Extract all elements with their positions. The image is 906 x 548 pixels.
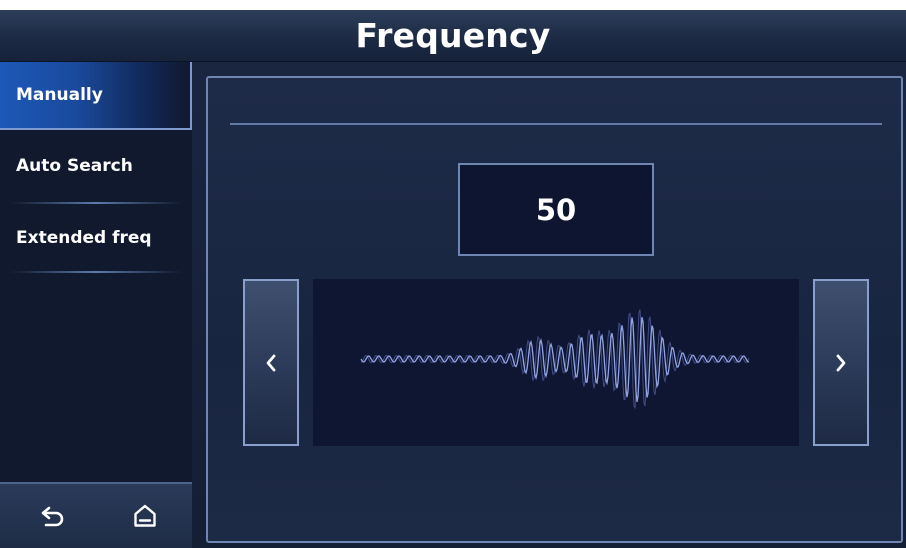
sidebar: Manually Auto Search Extended freq: [0, 62, 192, 548]
sidebar-item-label: Extended freq: [16, 228, 152, 248]
panel-divider: [230, 123, 882, 125]
main-panel: 50: [206, 76, 903, 543]
chevron-right-icon: [836, 354, 846, 371]
waveform-icon: [360, 309, 750, 410]
frequency-value: 50: [535, 192, 577, 227]
chevron-left-icon: [266, 354, 276, 371]
sidebar-item-label: Auto Search: [16, 156, 133, 176]
frequency-waveform: [313, 279, 799, 446]
sidebar-item-label: Manually: [16, 85, 103, 105]
home-button[interactable]: [123, 494, 167, 538]
home-icon: [134, 504, 156, 527]
menu-divider: [10, 271, 182, 273]
title-bar: Frequency: [0, 10, 906, 62]
increase-frequency-button[interactable]: [813, 279, 869, 446]
sidebar-item-manually[interactable]: Manually: [0, 62, 192, 130]
back-arrow-icon: [41, 506, 64, 527]
sidebar-bottom-bar: [0, 482, 192, 548]
top-strip: [0, 0, 906, 10]
back-button[interactable]: [31, 494, 75, 538]
frequency-value-display: 50: [458, 163, 654, 256]
sidebar-item-auto-search[interactable]: Auto Search: [0, 132, 192, 200]
sidebar-item-extended-freq[interactable]: Extended freq: [0, 204, 192, 272]
screen: Manually Auto Search Extended freq 50: [0, 62, 906, 548]
decrease-frequency-button[interactable]: [243, 279, 299, 446]
page-title: Frequency: [355, 16, 551, 55]
